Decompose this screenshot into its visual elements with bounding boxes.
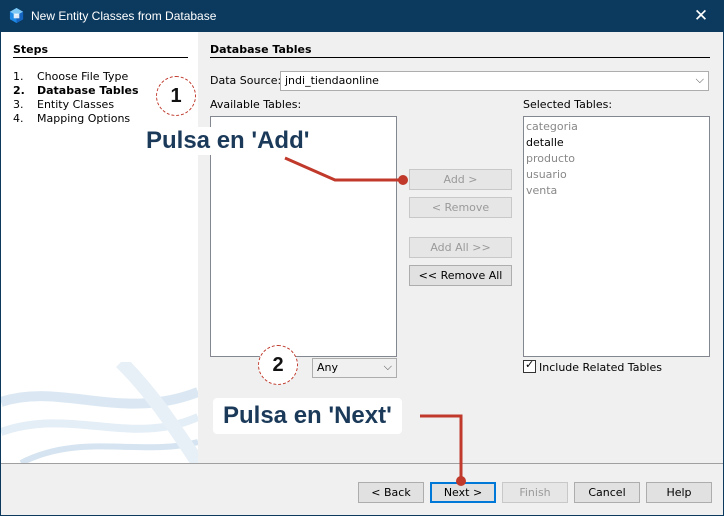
- steps-divider: [13, 57, 188, 58]
- step-mapping-options: 4. Mapping Options: [13, 112, 130, 125]
- remove-all-button[interactable]: << Remove All: [409, 265, 512, 286]
- step-number: 1.: [13, 70, 24, 83]
- back-button[interactable]: < Back: [358, 482, 424, 503]
- step-1-marker: 1: [156, 76, 196, 116]
- selected-tables-label: Selected Tables:: [523, 98, 613, 111]
- selected-tables-list[interactable]: categoria detalle producto usuario venta: [523, 116, 710, 357]
- list-item[interactable]: venta: [526, 183, 707, 199]
- step-entity-classes: 3. Entity Classes: [13, 98, 114, 111]
- step-choose-file-type: 1. Choose File Type: [13, 70, 128, 83]
- available-tables-label: Available Tables:: [210, 98, 302, 111]
- step-label: Mapping Options: [37, 112, 131, 125]
- step-label: Choose File Type: [37, 70, 129, 83]
- step-number: 4.: [13, 112, 24, 125]
- remove-button[interactable]: < Remove: [409, 197, 512, 218]
- step-number: 3.: [13, 98, 24, 111]
- cancel-button[interactable]: Cancel: [574, 482, 640, 503]
- window-title: New Entity Classes from Database: [31, 9, 217, 23]
- chevron-down-icon: ⌵: [695, 73, 704, 86]
- step-label: Database Tables: [37, 84, 139, 97]
- list-item[interactable]: producto: [526, 151, 707, 167]
- data-source-value: jndi_tiendaonline: [285, 74, 379, 87]
- add-all-button[interactable]: Add All >>: [409, 237, 512, 258]
- step-2-marker: 2: [258, 345, 298, 385]
- next-button[interactable]: Next >: [430, 482, 496, 503]
- section-title: Database Tables: [210, 43, 312, 56]
- step-database-tables: 2. Database Tables: [13, 84, 139, 97]
- close-icon[interactable]: ✕: [678, 0, 724, 32]
- chevron-down-icon: ⌵: [383, 360, 392, 373]
- include-related-tables-checkbox[interactable]: Include Related Tables: [523, 358, 662, 374]
- list-item[interactable]: categoria: [526, 119, 707, 135]
- add-button[interactable]: Add >: [409, 169, 512, 190]
- table-filter-select[interactable]: Any ⌵: [312, 358, 397, 378]
- help-button[interactable]: Help: [646, 482, 712, 503]
- finish-button[interactable]: Finish: [502, 482, 568, 503]
- steps-title: Steps: [13, 43, 49, 56]
- data-source-label: Data Source:: [210, 74, 282, 87]
- callout-add: Pulsa en 'Add': [136, 127, 320, 155]
- checkbox-checked-icon: [523, 358, 536, 373]
- title-bar: New Entity Classes from Database ✕: [0, 0, 724, 32]
- include-related-tables-label: Include Related Tables: [539, 361, 662, 374]
- list-item[interactable]: usuario: [526, 167, 707, 183]
- table-filter-value: Any: [317, 361, 339, 374]
- section-divider: [210, 57, 710, 58]
- netbeans-icon: [9, 8, 24, 23]
- data-source-select[interactable]: jndi_tiendaonline ⌵: [280, 71, 709, 91]
- list-item[interactable]: detalle: [526, 135, 707, 151]
- callout-next: Pulsa en 'Next': [213, 398, 402, 434]
- step-label: Entity Classes: [37, 98, 115, 111]
- decorative-swirl-graphic: [1, 362, 198, 463]
- step-number: 2.: [13, 84, 25, 97]
